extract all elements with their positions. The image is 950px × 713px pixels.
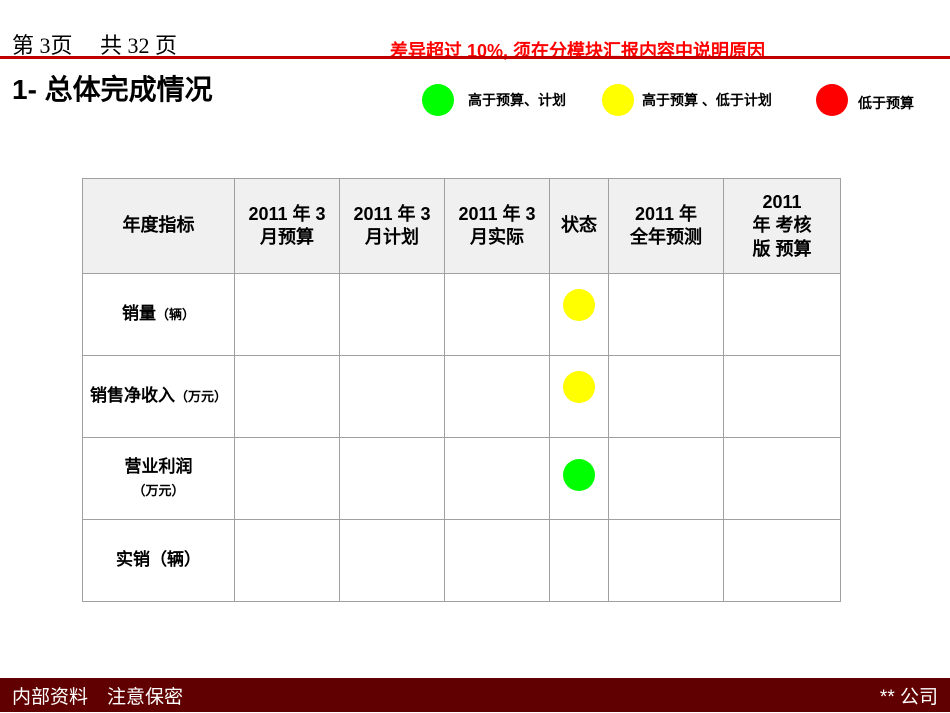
row-label: 实销（辆） — [82, 519, 235, 602]
yellow-status-icon — [563, 370, 595, 403]
cell — [339, 437, 445, 520]
cell — [234, 355, 340, 438]
legend-item-red: 低于预算 — [816, 84, 914, 116]
cell — [444, 355, 550, 438]
cell — [339, 519, 445, 602]
status-cell — [549, 273, 609, 356]
red-dot-icon — [816, 84, 848, 116]
cell — [234, 519, 340, 602]
row-label: 营业利润 （万元） — [82, 437, 235, 520]
table-row: 销售净收入（万元） — [82, 355, 841, 438]
col-header: 2011 年 全年预测 — [608, 178, 724, 274]
col-header: 2011 年 3 月预算 — [234, 178, 340, 274]
cell — [723, 519, 841, 602]
confidential-label: 内部资料 注意保密 — [12, 686, 184, 708]
col-header: 2011 年 考核版 预算 — [723, 178, 841, 274]
summary-table: 年度指标 2011 年 3 月预算 2011 年 3 月计划 2011 年 3 … — [82, 178, 841, 602]
cell — [444, 437, 550, 520]
cell — [444, 273, 550, 356]
cell — [608, 437, 724, 520]
cell — [234, 273, 340, 356]
cell — [608, 355, 724, 438]
legend-item-green: 高于预算、计划 — [422, 84, 566, 116]
row-label: 销量（辆） — [82, 273, 235, 356]
yellow-status-icon — [563, 288, 595, 321]
cell — [608, 519, 724, 602]
status-cell — [549, 437, 609, 520]
col-header: 2011 年 3 月实际 — [444, 178, 550, 274]
cell — [444, 519, 550, 602]
green-status-icon — [563, 458, 595, 491]
row-label: 销售净收入（万元） — [82, 355, 235, 438]
cell — [723, 355, 841, 438]
cell — [234, 437, 340, 520]
cell — [723, 273, 841, 356]
cell — [339, 355, 445, 438]
page-title: 1- 总体完成情况 — [12, 74, 213, 105]
col-header: 2011 年 3 月计划 — [339, 178, 445, 274]
yellow-dot-icon — [602, 84, 634, 116]
table-row: 实销（辆） — [82, 519, 841, 602]
cell — [608, 273, 724, 356]
legend-label: 高于预算 、低于计划 — [642, 92, 772, 108]
status-cell — [549, 355, 609, 438]
status-cell — [549, 519, 609, 602]
table-row: 销量（辆） — [82, 273, 841, 356]
variance-warning: 差异超过 10%, 须在分模块汇报内容中说明原因 — [390, 41, 766, 61]
green-dot-icon — [422, 84, 454, 116]
legend-label: 高于预算、计划 — [468, 92, 566, 108]
header-divider — [0, 56, 950, 59]
col-header: 年度指标 — [82, 178, 235, 274]
cell — [339, 273, 445, 356]
table-header-row: 年度指标 2011 年 3 月预算 2011 年 3 月计划 2011 年 3 … — [82, 178, 841, 274]
legend-label: 低于预算 — [858, 95, 914, 111]
col-header: 状态 — [549, 178, 609, 274]
legend-item-yellow: 高于预算 、低于计划 — [602, 84, 772, 116]
cell — [723, 437, 841, 520]
table-row: 营业利润 （万元） — [82, 437, 841, 520]
company-label: ** 公司 — [879, 686, 938, 708]
footer-bar: 内部资料 注意保密 ** 公司 — [0, 678, 950, 712]
